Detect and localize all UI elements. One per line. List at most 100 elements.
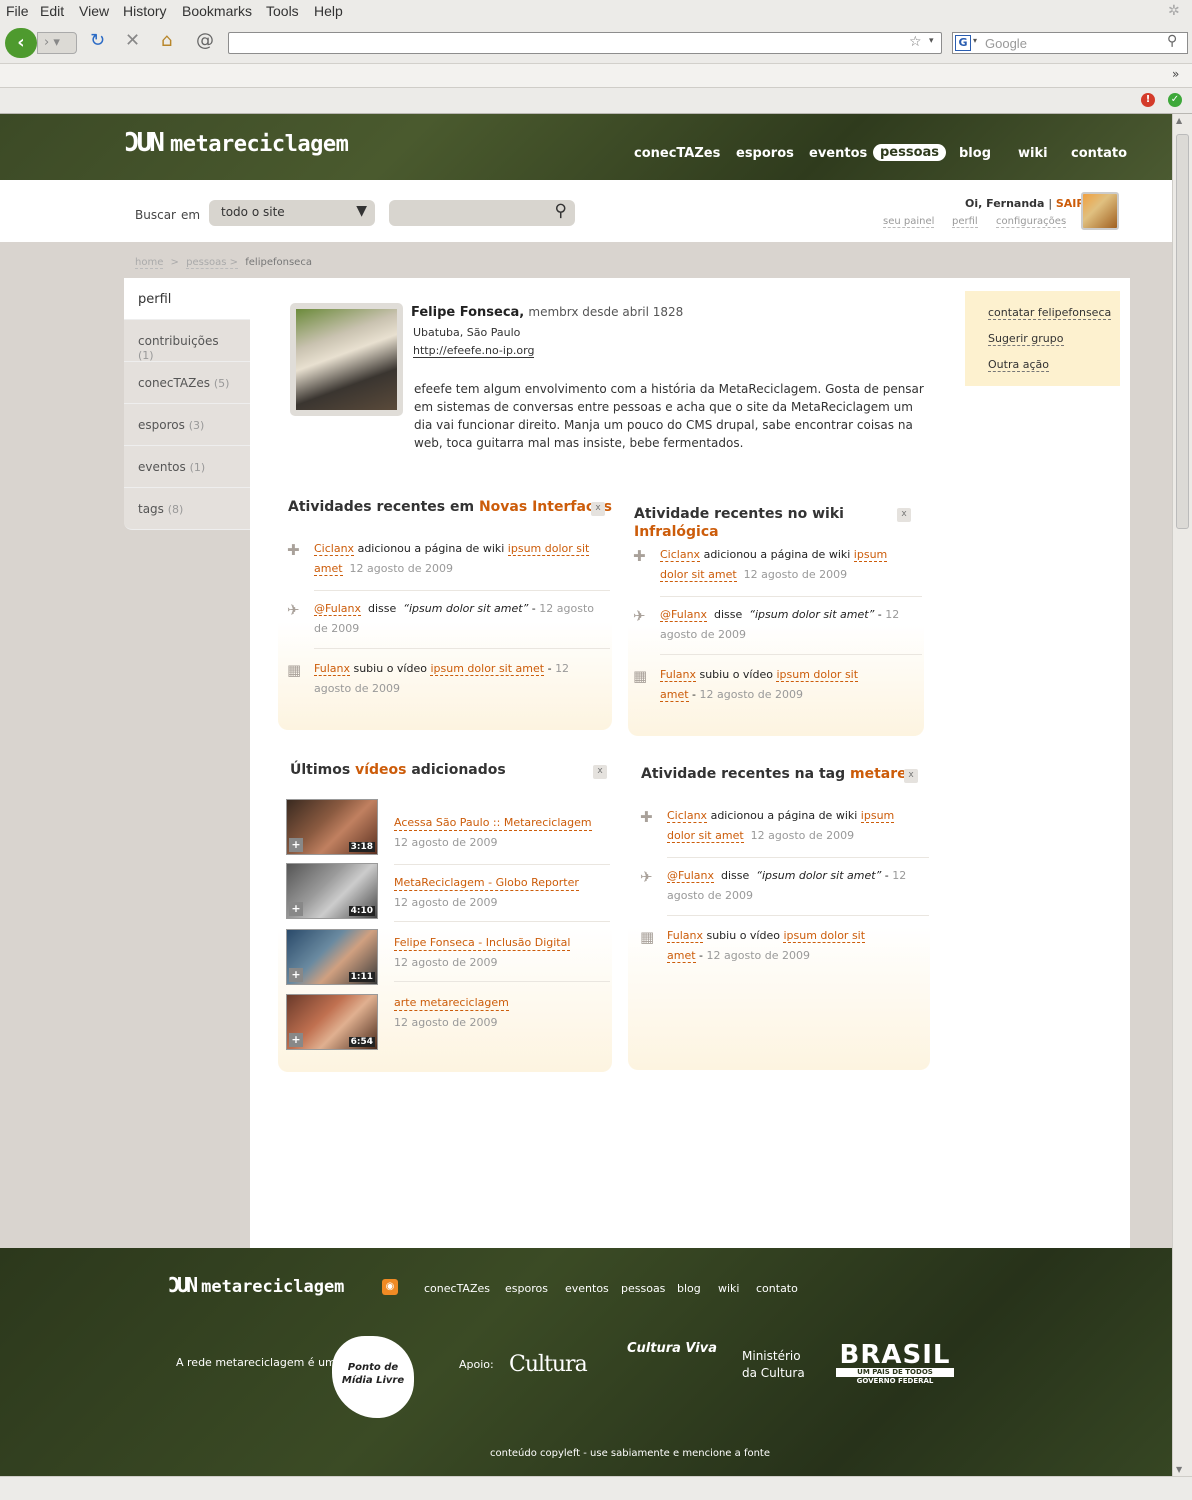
footer-nav-pessoas[interactable]: pessoas bbox=[621, 1282, 665, 1295]
tab-conectazes[interactable]: conecTAZes (5) bbox=[124, 362, 250, 404]
link-perfil[interactable]: perfil bbox=[952, 216, 978, 228]
box2-title-highlight[interactable]: Infralógica bbox=[634, 524, 719, 540]
tab-tags[interactable]: tags (8) bbox=[124, 488, 250, 530]
scroll-up-icon[interactable]: ▲ bbox=[1176, 116, 1182, 125]
footer-nav-eventos[interactable]: eventos bbox=[565, 1282, 609, 1295]
magnifier-icon[interactable]: ⚲ bbox=[555, 201, 567, 221]
check-icon[interactable]: ✓ bbox=[1168, 93, 1182, 107]
video-title-link[interactable]: MetaReciclagem - Globo Reporter bbox=[394, 876, 579, 891]
at-icon[interactable]: @ bbox=[196, 30, 214, 51]
activity-user[interactable]: Fulanx bbox=[660, 668, 696, 682]
video-thumbnail[interactable]: +6:54 bbox=[286, 994, 378, 1050]
reload-icon[interactable]: ↻ bbox=[90, 30, 105, 51]
activity-user[interactable]: Fulanx bbox=[314, 662, 350, 676]
dropdown-icon[interactable]: ▾ bbox=[929, 36, 934, 46]
footer-nav-esporos[interactable]: esporos bbox=[505, 1282, 548, 1295]
nav-wiki[interactable]: wiki bbox=[1018, 146, 1048, 161]
tab-contribuicoes[interactable]: contribuições (1) bbox=[124, 320, 250, 362]
tab-esporos[interactable]: esporos (3) bbox=[124, 404, 250, 446]
activity-user[interactable]: Ciclanx bbox=[660, 548, 701, 562]
sponsor-ministerio-line1[interactable]: Ministério bbox=[742, 1349, 801, 1363]
tab-perfil[interactable]: perfil bbox=[124, 278, 250, 320]
link-configuracoes[interactable]: configurações bbox=[996, 216, 1067, 228]
forward-icon[interactable]: › ▾ bbox=[37, 32, 77, 54]
star-icon[interactable]: ☆ bbox=[909, 34, 922, 50]
search-placeholder[interactable]: Google bbox=[985, 36, 1027, 51]
footer-logo[interactable]: ƆUN metareciclagem bbox=[168, 1273, 344, 1297]
box4-close-icon[interactable]: x bbox=[904, 769, 918, 783]
stop-icon[interactable]: ✕ bbox=[125, 30, 140, 51]
action-other[interactable]: Outra ação bbox=[988, 358, 1049, 372]
video-title-link[interactable]: Acessa São Paulo :: Metareciclagem bbox=[394, 816, 592, 831]
video-thumbnail[interactable]: +4:10 bbox=[286, 863, 378, 919]
box2-close-icon[interactable]: x bbox=[897, 508, 911, 522]
sponsor-cultura-logo[interactable]: Cultura bbox=[509, 1352, 588, 1377]
tab-label: eventos bbox=[138, 460, 186, 474]
video-thumbnail[interactable]: +3:18 bbox=[286, 799, 378, 855]
engine-dropdown-icon[interactable]: ▾ bbox=[973, 36, 977, 45]
tab-label: esporos bbox=[138, 418, 185, 432]
activity-user[interactable]: Ciclanx bbox=[314, 542, 355, 556]
search-icon[interactable]: ⚲ bbox=[1167, 33, 1177, 49]
footer-nav-conectazes[interactable]: conecTAZes bbox=[424, 1282, 490, 1295]
action-contact[interactable]: contatar felipefonseca bbox=[988, 306, 1112, 320]
sponsor-ministerio-line2[interactable]: da Cultura bbox=[742, 1366, 805, 1380]
activity-user[interactable]: Ciclanx bbox=[667, 809, 708, 823]
box3-close-icon[interactable]: x bbox=[593, 765, 607, 779]
activity-user[interactable]: Fulanx bbox=[667, 929, 703, 943]
add-icon[interactable]: + bbox=[289, 1033, 303, 1047]
menu-tools[interactable]: Tools bbox=[266, 3, 299, 19]
video-thumbnail[interactable]: +1:11 bbox=[286, 929, 378, 985]
footer-nav-contato[interactable]: contato bbox=[756, 1282, 798, 1295]
back-icon[interactable]: ‹ bbox=[5, 28, 37, 58]
nav-blog[interactable]: blog bbox=[959, 146, 991, 161]
menu-file[interactable]: File bbox=[6, 3, 29, 19]
nav-eventos[interactable]: eventos bbox=[809, 146, 867, 161]
search-input[interactable]: ⚲ bbox=[389, 200, 575, 226]
sponsor-cultura-viva-logo[interactable]: Cultura Viva bbox=[627, 1342, 717, 1355]
box1-close-icon[interactable]: x bbox=[591, 502, 605, 516]
vertical-scrollbar[interactable]: ▲ ▼ bbox=[1172, 114, 1192, 1476]
site-logo[interactable]: ƆUN metareciclagem bbox=[124, 128, 349, 158]
nav-pessoas[interactable]: pessoas bbox=[873, 144, 947, 161]
nav-esporos[interactable]: esporos bbox=[736, 146, 794, 161]
google-icon[interactable]: G bbox=[955, 35, 971, 51]
footer-nav-blog[interactable]: blog bbox=[677, 1282, 701, 1295]
tab-eventos[interactable]: eventos (1) bbox=[124, 446, 250, 488]
activity-user[interactable]: @Fulanx bbox=[660, 608, 707, 622]
scroll-down-icon[interactable]: ▼ bbox=[1176, 1465, 1182, 1474]
add-icon[interactable]: + bbox=[289, 968, 303, 982]
link-seu-painel[interactable]: seu painel bbox=[883, 216, 935, 228]
add-icon[interactable]: + bbox=[289, 902, 303, 916]
user-avatar[interactable] bbox=[1081, 192, 1119, 230]
address-bar[interactable]: ☆ ▾ bbox=[228, 32, 942, 54]
footer-nav-wiki[interactable]: wiki bbox=[718, 1282, 739, 1295]
menu-view[interactable]: View bbox=[79, 3, 109, 19]
search-engine-box[interactable]: G ▾ Google ⚲ bbox=[952, 32, 1188, 54]
add-icon[interactable]: + bbox=[289, 838, 303, 852]
scroll-thumb[interactable] bbox=[1176, 134, 1189, 529]
error-icon[interactable]: ! bbox=[1141, 93, 1155, 107]
menu-edit[interactable]: Edit bbox=[40, 3, 64, 19]
rss-icon[interactable]: ◉ bbox=[382, 1279, 398, 1295]
search-scope-select[interactable]: todo o site ▼ bbox=[209, 200, 375, 226]
breadcrumb-home[interactable]: home bbox=[135, 257, 164, 269]
menu-help[interactable]: Help bbox=[314, 3, 343, 19]
profile-url[interactable]: http://efeefe.no-ip.org bbox=[413, 344, 535, 358]
box3-title-highlight[interactable]: vídeos bbox=[355, 762, 406, 778]
video-title-link[interactable]: Felipe Fonseca - Inclusão Digital bbox=[394, 936, 571, 951]
sponsor-brasil-logo[interactable]: BRASIL UM PAÍS DE TODOS GOVERNO FEDERAL bbox=[836, 1342, 954, 1385]
action-suggest-group[interactable]: Sugerir grupo bbox=[988, 332, 1064, 346]
nav-contato[interactable]: contato bbox=[1071, 146, 1127, 161]
activity-object[interactable]: ipsum dolor sit amet bbox=[430, 662, 545, 676]
menu-bookmarks[interactable]: Bookmarks bbox=[182, 3, 252, 19]
video-title-link[interactable]: arte metareciclagem bbox=[394, 996, 509, 1011]
breadcrumb-pessoas[interactable]: pessoas > bbox=[186, 257, 239, 269]
chevron-right-icon[interactable]: » bbox=[1172, 67, 1179, 81]
activity-user[interactable]: @Fulanx bbox=[314, 602, 361, 616]
menu-history[interactable]: History bbox=[123, 3, 167, 19]
nav-conectazes[interactable]: conecTAZes bbox=[634, 146, 720, 161]
activity-sep: - bbox=[699, 949, 704, 962]
home-icon[interactable]: ⌂ bbox=[161, 30, 172, 51]
activity-user[interactable]: @Fulanx bbox=[667, 869, 714, 883]
